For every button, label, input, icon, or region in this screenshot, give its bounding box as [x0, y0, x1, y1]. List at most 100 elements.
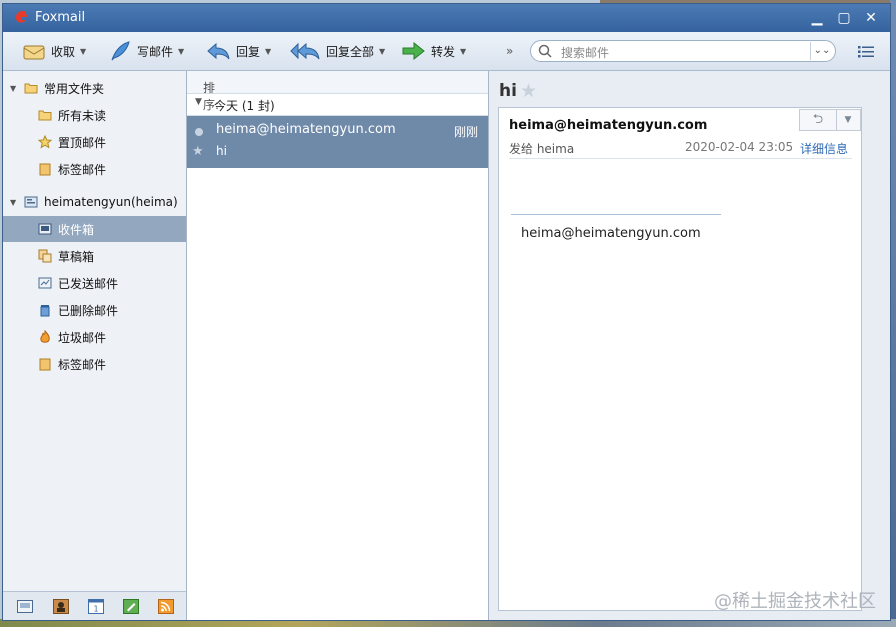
- folder-tagged-account[interactable]: 标签邮件: [3, 351, 186, 377]
- calendar-icon[interactable]: 1: [88, 599, 104, 614]
- close-button[interactable]: ✕: [862, 9, 880, 27]
- more-actions-icon[interactable]: ▼: [836, 110, 860, 130]
- forward-icon: [402, 42, 425, 60]
- expand-arrow-icon[interactable]: ▼: [10, 198, 20, 207]
- title-bar[interactable]: Foxmail ▁ ▢ ✕: [3, 4, 890, 32]
- forward-dropdown-icon[interactable]: ▼: [460, 47, 466, 56]
- reply-dropdown-icon[interactable]: ▼: [265, 47, 271, 56]
- folder-label: 已发送邮件: [58, 276, 119, 291]
- compose-button[interactable]: 写邮件 ▼: [109, 40, 184, 62]
- receive-button[interactable]: 收取 ▼: [23, 40, 86, 62]
- folder-label: 已删除邮件: [58, 303, 119, 318]
- compose-label: 写邮件: [137, 44, 174, 59]
- mail-body: heima@heimatengyun.com: [521, 226, 701, 241]
- search-filter-icon[interactable]: ⌄⌄: [810, 42, 833, 60]
- star-icon: [38, 135, 52, 149]
- receive-label: 收取: [51, 44, 76, 59]
- folder-label: 标签邮件: [58, 357, 107, 372]
- folder-icon: [24, 83, 38, 94]
- sort-bar[interactable]: 排序:日期 ⌄: [187, 71, 488, 146]
- contacts-icon[interactable]: [53, 599, 69, 614]
- reply-all-label: 回复全部: [326, 44, 375, 59]
- foxmail-window: Foxmail ▁ ▢ ✕ 收取 ▼ 写邮件 ▼ 回复 ▼ 回复全部 ▼ 转发 ▼ » 搜: [2, 3, 891, 621]
- svg-text:1: 1: [93, 605, 98, 614]
- account-icon: [24, 196, 38, 208]
- folder-tagged[interactable]: 标签邮件: [3, 156, 186, 182]
- tag-icon: [39, 163, 51, 176]
- folder-label: 标签邮件: [58, 162, 107, 177]
- search-icon: [538, 44, 552, 58]
- drafts-icon: [38, 249, 52, 263]
- folder-sidebar: ▼ 常用文件夹 所有未读 置顶邮件 标签邮件 ▼ heimatengyun(he…: [3, 71, 187, 620]
- header-divider: [509, 158, 852, 159]
- tag-icon: [39, 358, 51, 371]
- folder-all-unread[interactable]: 所有未读: [3, 102, 186, 128]
- reply-icon: [207, 42, 230, 60]
- folder-inbox[interactable]: 收件箱: [3, 216, 186, 242]
- group-common-folders[interactable]: ▼ 常用文件夹: [3, 75, 186, 101]
- menu-icon[interactable]: [858, 46, 874, 58]
- mail-card: ⮌ ▼ heima@heimatengyun.com 发给 heima 2020…: [498, 107, 862, 611]
- compose-dropdown-icon[interactable]: ▼: [178, 47, 184, 56]
- collapse-arrow-icon[interactable]: ▼: [195, 97, 202, 107]
- message-subject: hi: [216, 144, 227, 158]
- toolbar-overflow-button[interactable]: »: [506, 40, 513, 62]
- message-list: 排序:日期 ⌄ ▼ 今天 (1 封) heima@heimatengyun.co…: [187, 71, 489, 620]
- spam-icon: [40, 330, 50, 343]
- folder-spam[interactable]: 垃圾邮件: [3, 324, 186, 350]
- group-label: heimatengyun(heima): [44, 195, 178, 209]
- message-from: heima@heimatengyun.com: [216, 122, 396, 137]
- reply-button[interactable]: 回复 ▼: [206, 40, 271, 62]
- expand-arrow-icon[interactable]: ▼: [10, 84, 20, 93]
- inbox-icon: [38, 223, 52, 235]
- reply-label: 回复: [236, 44, 261, 59]
- window-title: Foxmail: [35, 10, 86, 25]
- rss-icon[interactable]: [158, 599, 174, 614]
- minimize-button[interactable]: ▁: [808, 9, 826, 27]
- folder-trash[interactable]: 已删除邮件: [3, 297, 186, 323]
- trash-icon: [40, 305, 50, 317]
- reply-all-icon: [290, 42, 320, 60]
- feather-icon: [111, 41, 130, 61]
- mail-sender[interactable]: heima@heimatengyun.com: [509, 118, 707, 133]
- folder-label: 所有未读: [58, 108, 107, 123]
- reply-icon[interactable]: ⮌: [800, 110, 837, 130]
- mail-actions: ⮌ ▼: [799, 109, 861, 131]
- detail-link[interactable]: 详细信息: [800, 140, 848, 157]
- mail-subject-title: hi: [499, 81, 517, 101]
- folder-label: 草稿箱: [58, 249, 95, 264]
- star-icon[interactable]: ★: [192, 144, 204, 159]
- search-placeholder[interactable]: 搜索邮件: [561, 44, 609, 61]
- main-toolbar: 收取 ▼ 写邮件 ▼ 回复 ▼ 回复全部 ▼ 转发 ▼ » 搜索邮件 ⌄⌄: [3, 32, 890, 71]
- mail-recipient: 发给 heima: [509, 142, 575, 156]
- star-icon[interactable]: ★: [520, 80, 537, 102]
- folder-drafts[interactable]: 草稿箱: [3, 243, 186, 269]
- receive-dropdown-icon[interactable]: ▼: [80, 47, 86, 56]
- message-row[interactable]: heima@heimatengyun.com 刚刚 ★ hi: [187, 116, 488, 168]
- forward-button[interactable]: 转发 ▼: [401, 40, 466, 62]
- receive-icon: [23, 45, 45, 60]
- maximize-button[interactable]: ▢: [835, 9, 853, 27]
- mail-date: 2020-02-04 23:05: [685, 140, 794, 154]
- foxmail-logo-icon: [15, 10, 27, 23]
- folder-sent[interactable]: 已发送邮件: [3, 270, 186, 296]
- folder-label: 置顶邮件: [58, 135, 107, 150]
- group-label: 常用文件夹: [44, 81, 105, 96]
- unread-dot-icon[interactable]: [195, 128, 203, 136]
- group-header-label: 今天 (1 封): [214, 99, 275, 113]
- folder-label: 垃圾邮件: [58, 330, 107, 345]
- watermark: @稀土掘金技术社区: [714, 591, 876, 612]
- folder-label: 收件箱: [58, 222, 95, 237]
- folder-icon: [38, 110, 52, 121]
- reply-all-button[interactable]: 回复全部 ▼: [290, 40, 385, 62]
- search-box[interactable]: 搜索邮件 ⌄⌄: [530, 40, 836, 62]
- folder-pinned[interactable]: 置顶邮件: [3, 129, 186, 155]
- reading-pane: hi ★ ⮌ ▼ heima@heimatengyun.com 发给 heima…: [489, 71, 890, 620]
- forward-label: 转发: [431, 44, 456, 59]
- mail-icon[interactable]: [17, 599, 33, 614]
- message-group-header[interactable]: ▼ 今天 (1 封): [187, 93, 488, 116]
- group-account[interactable]: ▼ heimatengyun(heima): [3, 189, 186, 215]
- body-divider: [511, 214, 721, 215]
- reply-all-dropdown-icon[interactable]: ▼: [379, 47, 385, 56]
- notes-icon[interactable]: [123, 599, 139, 614]
